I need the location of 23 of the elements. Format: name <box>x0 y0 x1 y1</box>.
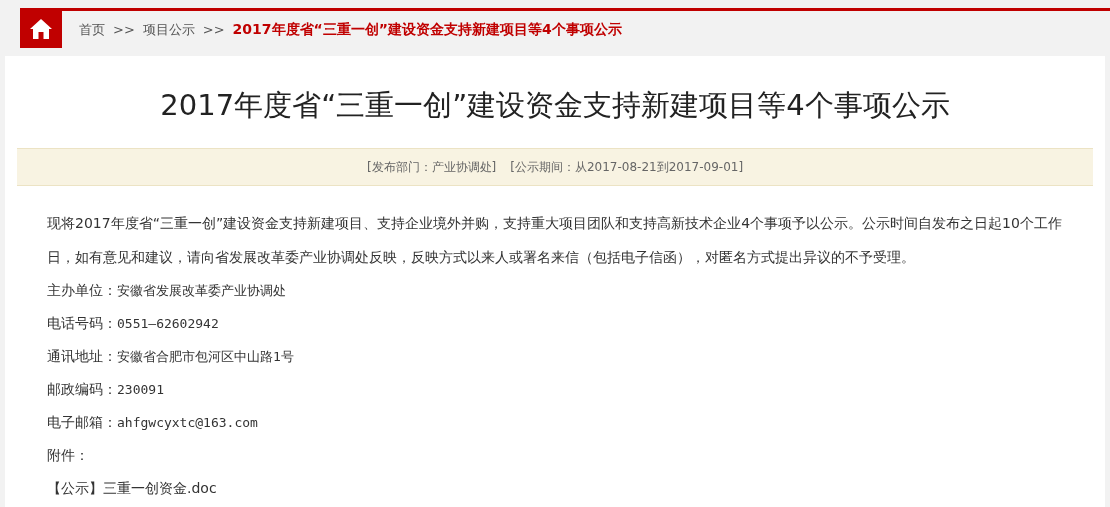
field-value: 安徽省发展改革委产业协调处 <box>117 283 286 298</box>
field-label: 电子邮箱： <box>47 414 117 430</box>
attachment-link[interactable]: 【公示】三重一创资金.doc <box>47 480 217 496</box>
field-label: 邮政编码： <box>47 381 117 397</box>
article-title: 2017年度省“三重一创”建设资金支持新建项目等4个事项公示 <box>159 87 951 124</box>
breadcrumb-separator: >> <box>202 22 225 37</box>
breadcrumb-link[interactable]: 首页 <box>79 20 105 39</box>
breadcrumb-separator: >> <box>113 22 135 37</box>
field-value: 0551—62602942 <box>117 316 219 331</box>
field-value: 安徽省合肥市包河区中山路1号 <box>117 349 294 364</box>
field-value: ahfgwcyxtc@163.com <box>117 415 258 430</box>
meta-text: [发布部门：产业协调处] <box>366 158 497 176</box>
field-label: 主办单位： <box>47 282 117 298</box>
field-label: 通讯地址： <box>47 348 117 364</box>
home-button[interactable] <box>20 10 62 48</box>
field-label: 附件： <box>47 447 89 463</box>
breadcrumb-current: 2017年度省“三重一创”建设资金支持新建项目等4个事项公示 <box>232 20 622 39</box>
meta-text: [公示期间：从2017-08-21到2017-09-01] <box>510 158 744 176</box>
field-label: 电话号码： <box>47 315 117 331</box>
field-value: 230091 <box>117 382 164 397</box>
breadcrumb-link[interactable]: 项目公示 <box>142 20 195 39</box>
paragraph: 现将2017年度省“三重一创”建设资金支持新建项目、支持企业境外并购，支持重大项目团队和支持高新技术企业4个事项予以公示。公示时间自发布之日起10个工作日，如有意见和建议，请向省发展改革委产业协调处反映，反映方式以来人或署名来信（包括电子信函），对匿名方式提出异议的不予受理。 <box>47 214 1063 267</box>
home-icon <box>29 18 53 40</box>
